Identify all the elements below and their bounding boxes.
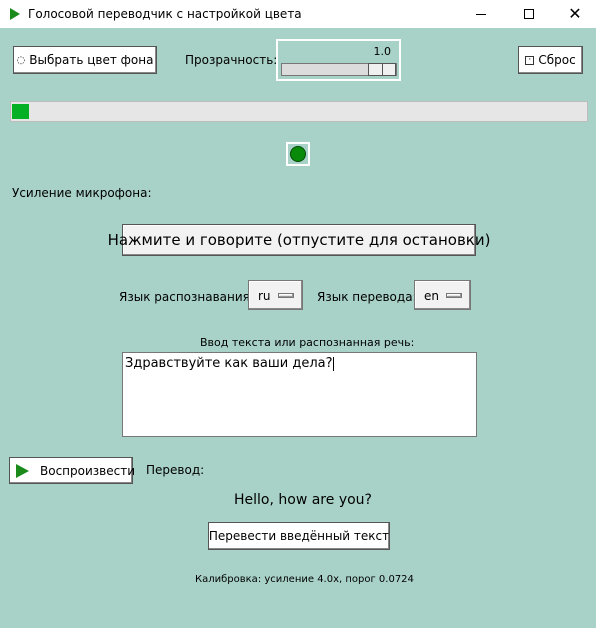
translation-language-label: Язык перевода: — [317, 290, 417, 304]
maximize-button[interactable] — [506, 0, 552, 28]
opacity-label: Прозрачность: — [185, 53, 278, 67]
choose-color-label: Выбрать цвет фона — [29, 53, 154, 67]
close-button[interactable]: ✕ — [552, 0, 596, 28]
recognition-language-select[interactable]: ru — [248, 280, 303, 310]
play-label: Воспроизвести — [40, 463, 135, 478]
minimize-icon — [476, 13, 486, 15]
calibration-status: Калибровка: усиление 4.0x, порог 0.0724 — [195, 574, 414, 585]
palette-icon: ◌ — [16, 54, 26, 66]
recognition-language-label: Язык распознавания: — [119, 290, 254, 304]
translation-output: Hello, how are you? — [234, 492, 372, 508]
text-caret — [332, 357, 334, 371]
input-textarea[interactable]: Здравствуйте как ваши дела? — [122, 352, 477, 437]
translation-language-value: en — [424, 289, 439, 303]
opacity-slider-handle[interactable] — [368, 63, 396, 76]
input-text-value: Здравствуйте как ваши дела? — [125, 356, 333, 371]
mic-gain-label: Усиление микрофона: — [12, 186, 152, 200]
opacity-scale[interactable]: 1.0 — [276, 39, 401, 81]
title-bar: Голосовой переводчик с настройкой цвета … — [0, 0, 596, 28]
maximize-icon — [524, 9, 534, 19]
dropdown-indicator-icon — [278, 293, 294, 298]
opacity-value: 1.0 — [373, 45, 392, 58]
status-dot-icon — [290, 146, 306, 162]
minimize-button[interactable] — [458, 0, 504, 28]
push-to-talk-button[interactable]: Нажмите и говорите (отпустите для остано… — [108, 224, 490, 256]
close-icon: ✕ — [568, 4, 582, 23]
choose-color-button[interactable]: ◌ Выбрать цвет фона — [13, 46, 157, 74]
translation-language-select[interactable]: en — [414, 280, 471, 310]
translate-input-label: Перевести введённый текст — [208, 529, 390, 543]
translation-label: Перевод: — [146, 463, 205, 477]
play-button[interactable]: Воспроизвести — [9, 457, 135, 484]
input-text-label: Ввод текста или распознанная речь: — [200, 336, 415, 349]
opacity-trough[interactable] — [281, 63, 397, 76]
dropdown-indicator-icon — [446, 293, 462, 298]
reset-icon: · — [525, 55, 535, 65]
translate-input-button[interactable]: Перевести введённый текст — [208, 522, 390, 550]
audio-level-fill — [12, 104, 29, 119]
push-to-talk-label: Нажмите и говорите (отпустите для остано… — [107, 231, 491, 249]
recognition-language-value: ru — [258, 289, 271, 303]
recording-indicator — [286, 142, 310, 166]
play-icon — [10, 8, 20, 20]
reset-button[interactable]: · Сброс — [518, 46, 583, 74]
reset-label: Сброс — [538, 53, 576, 67]
audio-level-bar — [10, 101, 588, 122]
window-title: Голосовой переводчик с настройкой цвета — [28, 7, 302, 21]
play-icon — [16, 463, 29, 478]
